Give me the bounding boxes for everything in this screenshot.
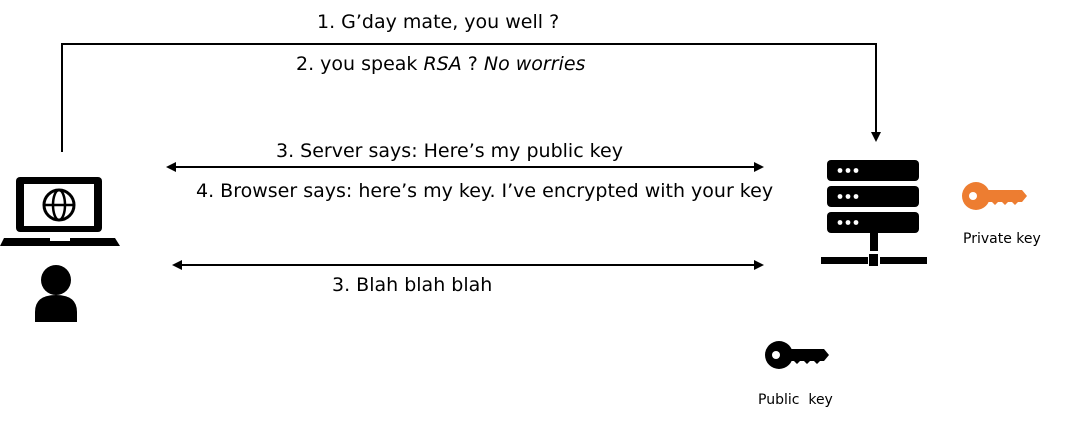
message-2-prefix: 2. you speak (296, 53, 424, 75)
message-3-label: 3. Server says: Here’s my public key (276, 140, 623, 162)
diagram-canvas: 1. G’day mate, you well ? 2. you speak R… (0, 0, 1080, 423)
user-icon (35, 265, 77, 322)
message-2-suffix: No worries (483, 53, 586, 75)
message-2-rsa: RSA (423, 53, 462, 75)
message-5-label: 3. Blah blah blah (332, 274, 493, 296)
message-2-label: 2. you speak RSA ? No worries (296, 53, 585, 75)
message-1-label: 1. G’day mate, you well ? (317, 11, 560, 33)
message-2-middle: ? (461, 53, 484, 75)
public-key-icon (765, 341, 829, 369)
server-icon (821, 160, 927, 266)
private-key-icon (962, 182, 1027, 210)
laptop-globe-icon (0, 177, 120, 246)
message-4-label: 4. Browser says: here’s my key. I’ve enc… (196, 180, 774, 202)
public-key-label: Public key (758, 392, 833, 408)
private-key-label: Private key (963, 231, 1041, 247)
